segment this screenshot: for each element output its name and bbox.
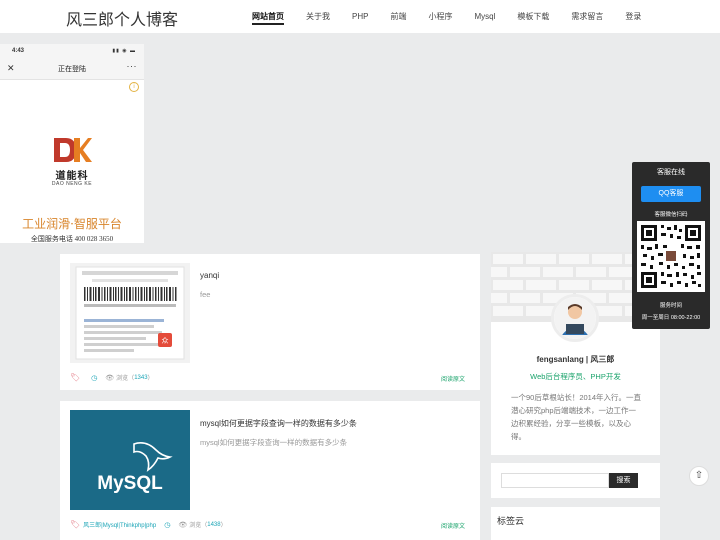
article-meta: 🏷 ◷ 👁 浏览 （ 1343 ） [70, 373, 154, 382]
ad-banner[interactable]: 4:43 ▮▮ ◉ ▬ ✕ 正在登陆 ··· i 道能科 DAO NENG KE… [0, 44, 144, 243]
cs-hours-label: 服务时间 [659, 303, 682, 309]
article-desc: fee [200, 290, 211, 299]
views-label: 浏览 [116, 376, 129, 382]
nav-mysql[interactable]: Mysql [474, 0, 495, 33]
clock-icon: ◷ [91, 374, 98, 382]
views-close-paren: ） [220, 523, 227, 529]
nav-miniprogram[interactable]: 小程序 [428, 0, 452, 33]
nav-php[interactable]: PHP [352, 0, 368, 33]
tag-icon: 🏷 [70, 520, 81, 529]
views-count: 1438 [207, 521, 221, 528]
article-thumbnail[interactable]: MySQL [70, 410, 190, 510]
cs-wechat-label: 客服微信扫码 [654, 212, 688, 218]
search-input[interactable] [501, 473, 609, 488]
nav-about[interactable]: 关于我 [306, 0, 330, 33]
top-navbar: 风三郎个人博客 网站首页 关于我 PHP 前端 小程序 Mysql 模板下载 需… [0, 0, 720, 33]
tag-cloud-title: 标签云 [497, 516, 525, 526]
tag-cloud-widget: 标签云 [491, 507, 660, 540]
profile-role: Web后台程序员、PHP开发 [530, 372, 621, 381]
ad-status-bar: 4:43 ▮▮ ◉ ▬ [0, 44, 144, 58]
cs-title: 客服在线 [657, 169, 685, 176]
mysql-logo-text: MySQL [97, 473, 163, 494]
tag-icon: 🏷 [70, 373, 81, 382]
cs-hours: 周一至周日 08:00-22:00 [641, 315, 701, 321]
brand-logo-icon [52, 136, 92, 169]
signal-icon: ▮▮ ◉ ▬ [112, 48, 136, 54]
search-widget: 搜索 [491, 463, 660, 498]
nav-requests[interactable]: 需求留言 [571, 0, 603, 33]
more-icon[interactable]: ··· [127, 61, 138, 71]
nav-frontend[interactable]: 前端 [390, 0, 406, 33]
main-nav: 网站首页 关于我 PHP 前端 小程序 Mysql 模板下载 需求留言 登录 [252, 0, 663, 33]
clock-icon: ◷ [164, 521, 171, 529]
site-brand[interactable]: 风三郎个人博客 [66, 6, 178, 30]
ad-slogan: 工业润滑·智服平台 [22, 217, 122, 231]
avatar[interactable] [551, 294, 599, 342]
ad-header-title: 正在登陆 [58, 66, 86, 73]
views-count: 1343 [134, 374, 148, 381]
nav-login[interactable]: 登录 [625, 0, 641, 33]
profile-name: fengsanlang | 风三郎 [536, 355, 615, 364]
views-close-paren: ） [147, 376, 154, 382]
back-to-top-icon[interactable]: ⇧ [689, 466, 709, 486]
eye-icon: 👁 [178, 521, 188, 529]
ad-status-time: 4:43 [12, 48, 25, 54]
article-tags[interactable]: 风三郎|Mysql|Thinkphp|php [83, 520, 156, 529]
eye-icon: 👁 [105, 374, 115, 382]
article-meta: 🏷 风三郎|Mysql|Thinkphp|php ◷ 👁 浏览 （ 1438 ） [70, 520, 227, 529]
article-title[interactable]: mysql如何更据字段查询一样的数据有多少条 [200, 418, 357, 429]
qr-code-icon [637, 221, 705, 292]
search-button[interactable]: 搜索 [609, 473, 638, 488]
read-more-link[interactable]: 阅读原文 [441, 374, 465, 383]
article-desc: mysql如何更据字段查询一样的数据有多少条 [200, 438, 348, 447]
nav-templates[interactable]: 模板下载 [517, 0, 549, 33]
customer-service-panel: 客服在线 QQ客服 客服微信扫码 服务时间 周一至周日 08:00-22:00 [632, 162, 710, 329]
article-title[interactable]: yanqi [200, 271, 219, 280]
qq-service-button[interactable]: QQ客服 [641, 186, 701, 202]
article-thumbnail[interactable]: 众 [70, 263, 190, 363]
ad-header: ✕ 正在登陆 ··· [0, 58, 144, 80]
ad-phone: 全国服务电话 400 028 3650 [30, 235, 114, 243]
article-card: MySQL mysql如何更据字段查询一样的数据有多少条 mysql如何更据字段… [60, 401, 480, 540]
ad-brand-english: DAO NENG KE [51, 181, 93, 187]
article-card: 众 yanqi fee 🏷 ◷ 👁 浏览 （ 1343 ） 阅读原文 [60, 254, 480, 390]
read-more-link[interactable]: 阅读原文 [441, 521, 465, 530]
info-icon[interactable]: i [129, 82, 139, 92]
profile-bio: 一个90后草根站长！2014年入行。一直潜心研究php后端端技术，一边工作一边积… [511, 393, 642, 441]
svg-text:众: 众 [162, 337, 169, 345]
nav-home[interactable]: 网站首页 [252, 0, 284, 33]
views-label: 浏览 [189, 523, 202, 529]
ad-brand-name: 道能科 [55, 171, 89, 182]
